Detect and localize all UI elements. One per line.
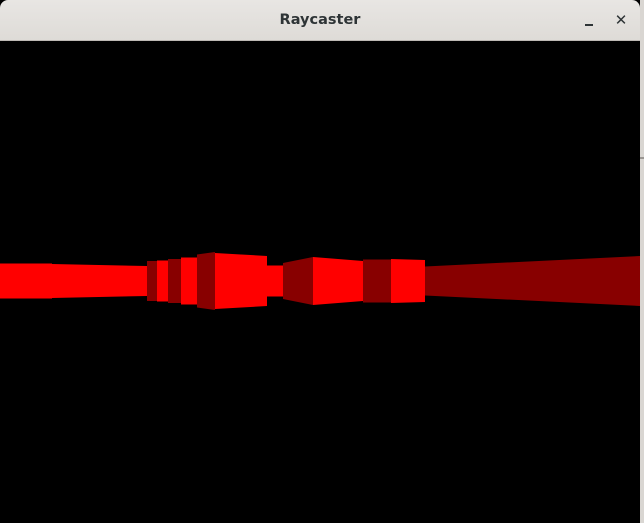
wall-slice-6 <box>197 252 215 310</box>
wall-slice-10 <box>313 257 363 305</box>
wall-slice-1 <box>52 264 147 298</box>
raycast-scene <box>0 41 640 523</box>
title-bar[interactable]: Raycaster ✕ <box>0 0 640 41</box>
wall-slice-5 <box>181 257 197 305</box>
minimize-icon <box>585 24 593 26</box>
raycaster-window: Raycaster ✕ <box>0 0 640 523</box>
close-icon: ✕ <box>614 11 628 29</box>
wall-slice-7 <box>215 253 267 309</box>
wall-slice-3 <box>157 260 168 302</box>
minimize-button[interactable] <box>576 8 602 34</box>
window-title: Raycaster <box>279 12 361 28</box>
desktop-edge <box>640 0 644 523</box>
close-button[interactable]: ✕ <box>608 8 634 34</box>
wall-slice-4 <box>168 259 181 303</box>
wall-slice-11 <box>363 259 391 303</box>
wall-slice-8 <box>267 265 283 297</box>
wall-slice-0 <box>0 263 52 299</box>
wall-slice-9 <box>283 257 313 305</box>
wall-slice-12 <box>391 259 425 303</box>
wall-slice-2 <box>147 261 157 301</box>
render-viewport[interactable] <box>0 41 640 523</box>
desktop-edge-line <box>640 157 644 159</box>
